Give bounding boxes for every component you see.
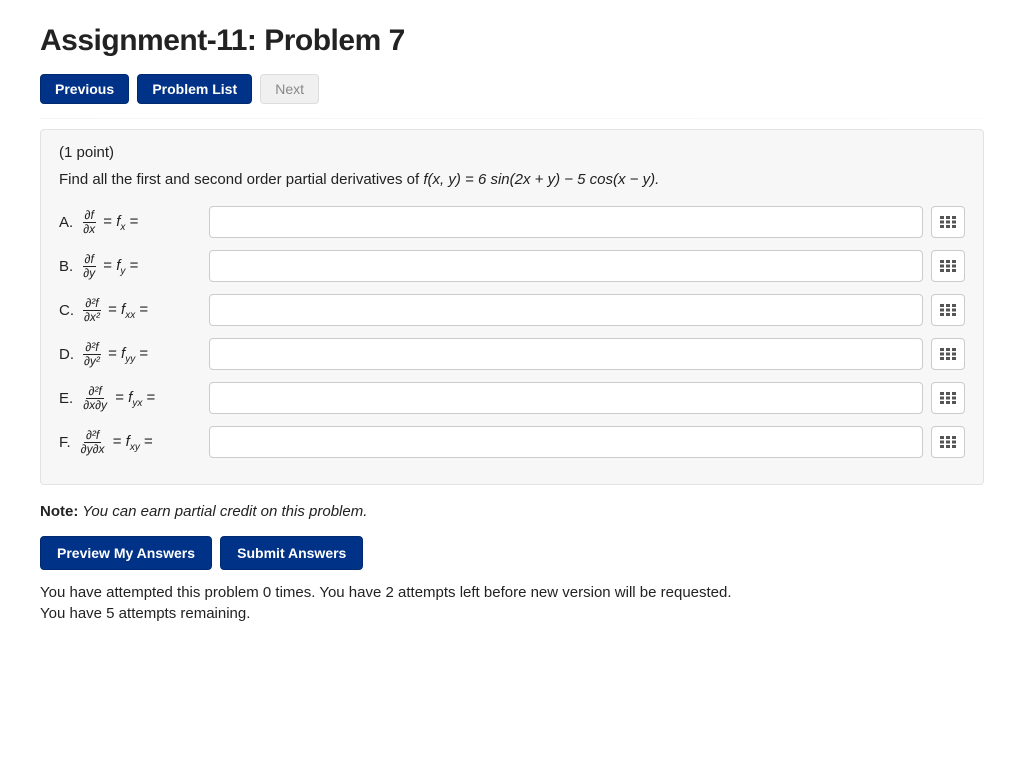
question-row: B.∂f∂y = fy = (59, 250, 965, 282)
question-label: E.∂²f∂x∂y = fyx = (59, 385, 209, 411)
question-label: F.∂²f∂y∂x = fxy = (59, 429, 209, 455)
answer-input-xy[interactable] (209, 426, 923, 458)
problem-prompt: Find all the first and second order part… (59, 171, 965, 188)
question-row: C.∂²f∂x² = fxx = (59, 294, 965, 326)
problem-list-button[interactable]: Problem List (137, 74, 252, 104)
question-letter: B. (59, 258, 73, 275)
question-letter: D. (59, 346, 74, 363)
answer-input-xx[interactable] (209, 294, 923, 326)
answer-input-x[interactable] (209, 206, 923, 238)
question-row: D.∂²f∂y² = fyy = (59, 338, 965, 370)
question-letter: A. (59, 214, 73, 231)
answer-input-yx[interactable] (209, 382, 923, 414)
question-row: F.∂²f∂y∂x = fxy = (59, 426, 965, 458)
submit-answers-button[interactable]: Submit Answers (220, 536, 363, 570)
question-label: A.∂f∂x = fx = (59, 209, 209, 235)
divider (40, 118, 984, 119)
answer-input-y[interactable] (209, 250, 923, 282)
keypad-icon[interactable] (931, 426, 965, 458)
note: Note: You can earn partial credit on thi… (40, 503, 984, 520)
previous-button[interactable]: Previous (40, 74, 129, 104)
answer-input-yy[interactable] (209, 338, 923, 370)
next-button[interactable]: Next (260, 74, 319, 104)
nav-row: Previous Problem List Next (40, 74, 984, 104)
question-letter: F. (59, 434, 71, 451)
question-letter: E. (59, 390, 73, 407)
problem-panel: (1 point) Find all the first and second … (40, 129, 984, 485)
question-letter: C. (59, 302, 74, 319)
action-row: Preview My Answers Submit Answers (40, 536, 984, 570)
keypad-icon[interactable] (931, 382, 965, 414)
question-label: B.∂f∂y = fy = (59, 253, 209, 279)
question-row: E.∂²f∂x∂y = fyx = (59, 382, 965, 414)
points-label: (1 point) (59, 144, 965, 161)
keypad-icon[interactable] (931, 294, 965, 326)
keypad-icon[interactable] (931, 338, 965, 370)
question-label: D.∂²f∂y² = fyy = (59, 341, 209, 367)
question-label: C.∂²f∂x² = fxx = (59, 297, 209, 323)
question-row: A.∂f∂x = fx = (59, 206, 965, 238)
keypad-icon[interactable] (931, 206, 965, 238)
attempt-status: You have attempted this problem 0 times.… (40, 584, 984, 622)
page-title: Assignment-11: Problem 7 (40, 24, 984, 58)
preview-answers-button[interactable]: Preview My Answers (40, 536, 212, 570)
keypad-icon[interactable] (931, 250, 965, 282)
